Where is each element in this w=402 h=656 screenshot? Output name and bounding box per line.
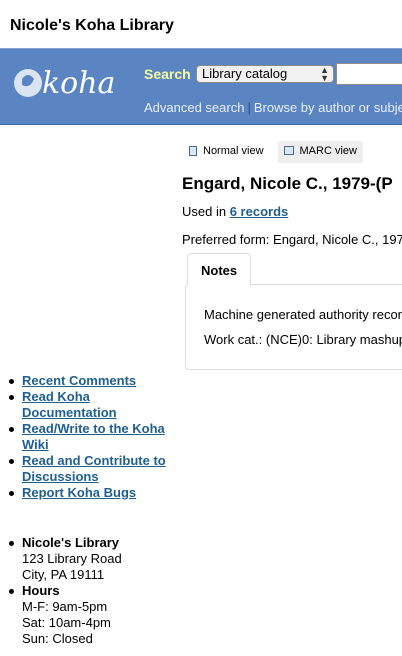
list-item: Read/Write to the Koha Wiki (9, 421, 182, 453)
list-item: Read Koha Documentation (9, 389, 182, 421)
koha-docs-link[interactable]: Read Koha Documentation (22, 389, 117, 420)
tab-normal-view[interactable]: Normal view (183, 141, 270, 163)
address-line-2: City, PA 19111 (22, 567, 105, 582)
notes-panel (185, 284, 402, 370)
browse-link[interactable]: Browse by author or subject (254, 100, 402, 115)
library-info: Nicole's Library 123 Library Road City, … (9, 535, 192, 647)
preferred-form: Preferred form: Engard, Nicole C., 197 (182, 232, 402, 247)
record-title: Engard, Nicole C., 1979-(P (182, 174, 393, 193)
search-label: Search (144, 66, 191, 82)
koha-wiki-link[interactable]: Read/Write to the Koha Wiki (22, 421, 165, 452)
report-bugs-link[interactable]: Report Koha Bugs (22, 485, 136, 500)
hours-heading-item: Hours (9, 583, 192, 599)
note-line-2: Work cat.: (NCE)0: Library mashup (204, 332, 402, 347)
library-name-item: Nicole's Library (9, 535, 192, 551)
tab-marc-view[interactable]: MARC view (277, 141, 363, 163)
used-in-line: Used in 6 records (182, 204, 288, 219)
link-separator: | (247, 100, 251, 115)
header-links: Advanced search | Browse by author or subj… (144, 100, 402, 115)
address-line-1: 123 Library Road (22, 551, 122, 566)
sidebar-links: Recent Comments Read Koha Documentation … (9, 373, 182, 501)
records-link[interactable]: 6 records (230, 204, 289, 219)
site-title: Nicole's Koha Library (10, 17, 174, 34)
discussions-link[interactable]: Read and Contribute to Discussions (22, 453, 166, 484)
catalog-select-value: Library catalog (202, 66, 288, 81)
view-tabs: Normal view MARC view (183, 141, 363, 163)
tab-label: MARC view (299, 145, 357, 157)
document-icon (189, 146, 197, 156)
catalog-select[interactable]: Library catalog ▲ ▼ (196, 65, 334, 83)
hours-weekday: M-F: 9am-5pm (22, 599, 108, 614)
hours-heading: Hours (22, 583, 60, 598)
logo-text: koha (42, 66, 115, 101)
used-in-prefix: Used in (182, 204, 230, 219)
tab-notes[interactable]: Notes (187, 253, 251, 286)
recent-comments-link[interactable]: Recent Comments (22, 373, 136, 388)
library-name: Nicole's Library (22, 535, 120, 550)
list-item: Recent Comments (9, 373, 182, 389)
advanced-search-link[interactable]: Advanced search (144, 100, 244, 115)
marc-table-icon (283, 146, 294, 155)
list-item: Report Koha Bugs (9, 485, 182, 501)
header-bar: koha Search Library catalog ▲ ▼ Advanced … (0, 48, 402, 125)
select-arrows-icon: ▲ ▼ (320, 65, 329, 83)
hours-saturday: Sat: 10am-4pm (22, 615, 111, 630)
tab-label: Normal view (203, 145, 264, 157)
hours-sunday: Sun: Closed (22, 631, 93, 646)
search-input[interactable] (336, 63, 402, 85)
list-item: Read and Contribute to Discussions (9, 453, 182, 485)
koha-logo[interactable]: koha (10, 53, 130, 113)
note-line-1: Machine generated authority recor (204, 307, 402, 322)
